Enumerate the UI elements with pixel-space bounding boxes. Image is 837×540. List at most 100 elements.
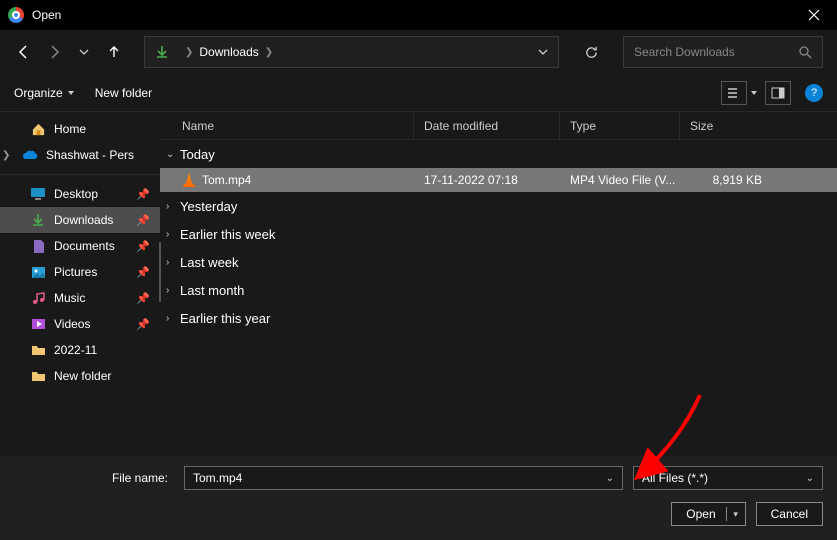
body: Home ❯ Shashwat - Pers Desktop 📌 Downloa…	[0, 112, 837, 456]
downloads-location-icon	[155, 45, 169, 59]
filename-combobox[interactable]: Tom.mp4 ⌄	[184, 466, 623, 490]
group-header[interactable]: › Yesterday	[160, 192, 837, 220]
file-row[interactable]: Tom.mp4 17-11-2022 07:18 MP4 Video File …	[160, 168, 837, 192]
cancel-button[interactable]: Cancel	[756, 502, 823, 526]
chevron-right-icon: ›	[166, 201, 180, 212]
search-input[interactable]	[634, 45, 798, 59]
sidebar-label: New folder	[54, 369, 111, 383]
back-button[interactable]	[14, 42, 34, 62]
close-button[interactable]	[791, 0, 837, 30]
group-header[interactable]: ⌄ Today	[160, 140, 837, 168]
downloads-icon	[30, 212, 46, 228]
breadcrumb-separator: ❯	[265, 47, 273, 58]
pin-icon: 📌	[136, 214, 150, 227]
titlebar: Open	[0, 0, 837, 30]
chevron-right-icon: ›	[166, 313, 180, 324]
organize-menu[interactable]: Organize	[14, 86, 75, 100]
sidebar-label: Pictures	[54, 265, 97, 279]
group-header[interactable]: › Last week	[160, 248, 837, 276]
pin-icon: 📌	[136, 266, 150, 279]
chevron-down-icon: ⌄	[166, 149, 180, 160]
address-bar[interactable]: ❯ Downloads ❯	[144, 36, 559, 68]
column-type[interactable]: Type	[560, 112, 680, 139]
refresh-button[interactable]	[575, 36, 607, 68]
chevron-right-icon: ›	[166, 285, 180, 296]
sidebar-label: Videos	[54, 317, 90, 331]
folder-icon	[30, 342, 46, 358]
chevron-down-icon: ⌄	[806, 473, 814, 484]
group-header[interactable]: › Earlier this year	[160, 304, 837, 332]
search-box[interactable]	[623, 36, 823, 68]
videos-icon	[30, 316, 46, 332]
folder-icon	[30, 368, 46, 384]
sidebar-item-pictures[interactable]: Pictures 📌	[0, 259, 160, 285]
filter-value: All Files (*.*)	[642, 471, 708, 485]
file-list-pane: Name Date modified Type Size ⌄ Today Tom…	[160, 112, 837, 456]
expand-icon[interactable]: ❯	[2, 150, 12, 161]
pin-icon: 📌	[136, 240, 150, 253]
recent-dropdown[interactable]	[74, 42, 94, 62]
open-dropdown[interactable]: ▾	[727, 509, 745, 520]
toolbar: Organize New folder ?	[0, 74, 837, 112]
sidebar-item-personal[interactable]: ❯ Shashwat - Pers	[0, 142, 160, 168]
sidebar: Home ❯ Shashwat - Pers Desktop 📌 Downloa…	[0, 112, 160, 456]
address-dropdown[interactable]	[538, 47, 548, 57]
breadcrumb-separator: ❯	[185, 47, 193, 58]
sidebar-item-documents[interactable]: Documents 📌	[0, 233, 160, 259]
search-icon	[798, 45, 812, 59]
pin-icon: 📌	[136, 188, 150, 201]
group-header[interactable]: › Last month	[160, 276, 837, 304]
breadcrumb-item[interactable]: Downloads	[199, 45, 258, 59]
view-dropdown[interactable]	[747, 89, 761, 97]
new-folder-button[interactable]: New folder	[95, 86, 152, 100]
sidebar-item-music[interactable]: Music 📌	[0, 285, 160, 311]
file-type: MP4 Video File (V...	[560, 173, 680, 187]
documents-icon	[30, 238, 46, 254]
splitter-handle[interactable]	[159, 242, 161, 302]
group-header[interactable]: › Earlier this week	[160, 220, 837, 248]
open-button[interactable]: Open ▾	[671, 502, 745, 526]
music-icon	[30, 290, 46, 306]
preview-pane-button[interactable]	[765, 81, 791, 105]
home-icon	[30, 121, 46, 137]
sidebar-label: 2022-11	[54, 343, 97, 357]
file-list[interactable]: ⌄ Today Tom.mp4 17-11-2022 07:18 MP4 Vid…	[160, 140, 837, 456]
sidebar-label: Documents	[54, 239, 115, 253]
view-options-button[interactable]	[721, 81, 747, 105]
up-button[interactable]	[104, 42, 124, 62]
sidebar-label: Shashwat - Pers	[46, 148, 134, 162]
chevron-down-icon: ⌄	[606, 473, 614, 484]
sidebar-label: Home	[54, 122, 86, 136]
pin-icon: 📌	[136, 318, 150, 331]
onedrive-icon	[22, 147, 38, 163]
pictures-icon	[30, 264, 46, 280]
navbar: ❯ Downloads ❯	[0, 30, 837, 74]
column-date[interactable]: Date modified	[414, 112, 560, 139]
forward-button[interactable]	[44, 42, 64, 62]
column-size[interactable]: Size	[680, 112, 780, 139]
column-name[interactable]: Name	[160, 112, 414, 139]
desktop-icon	[30, 186, 46, 202]
file-size: 8,919 KB	[680, 173, 780, 187]
sidebar-item-downloads[interactable]: Downloads 📌	[0, 207, 160, 233]
filetype-filter[interactable]: All Files (*.*) ⌄	[633, 466, 823, 490]
filename-value: Tom.mp4	[193, 471, 242, 485]
sidebar-item-desktop[interactable]: Desktop 📌	[0, 181, 160, 207]
column-headers: Name Date modified Type Size	[160, 112, 837, 140]
chrome-icon	[8, 7, 24, 23]
sidebar-label: Music	[54, 291, 85, 305]
help-button[interactable]: ?	[805, 84, 823, 102]
chevron-right-icon: ›	[166, 229, 180, 240]
vlc-icon	[182, 173, 196, 187]
filename-label: File name:	[14, 471, 174, 485]
sidebar-item-folder[interactable]: New folder	[0, 363, 160, 389]
chevron-right-icon: ›	[166, 257, 180, 268]
footer: File name: Tom.mp4 ⌄ All Files (*.*) ⌄ O…	[0, 456, 837, 540]
sidebar-label: Downloads	[54, 213, 113, 227]
sidebar-item-home[interactable]: Home	[0, 116, 160, 142]
window-title: Open	[32, 8, 791, 22]
sidebar-item-videos[interactable]: Videos 📌	[0, 311, 160, 337]
sidebar-item-folder[interactable]: 2022-11	[0, 337, 160, 363]
sidebar-label: Desktop	[54, 187, 98, 201]
pin-icon: 📌	[136, 292, 150, 305]
